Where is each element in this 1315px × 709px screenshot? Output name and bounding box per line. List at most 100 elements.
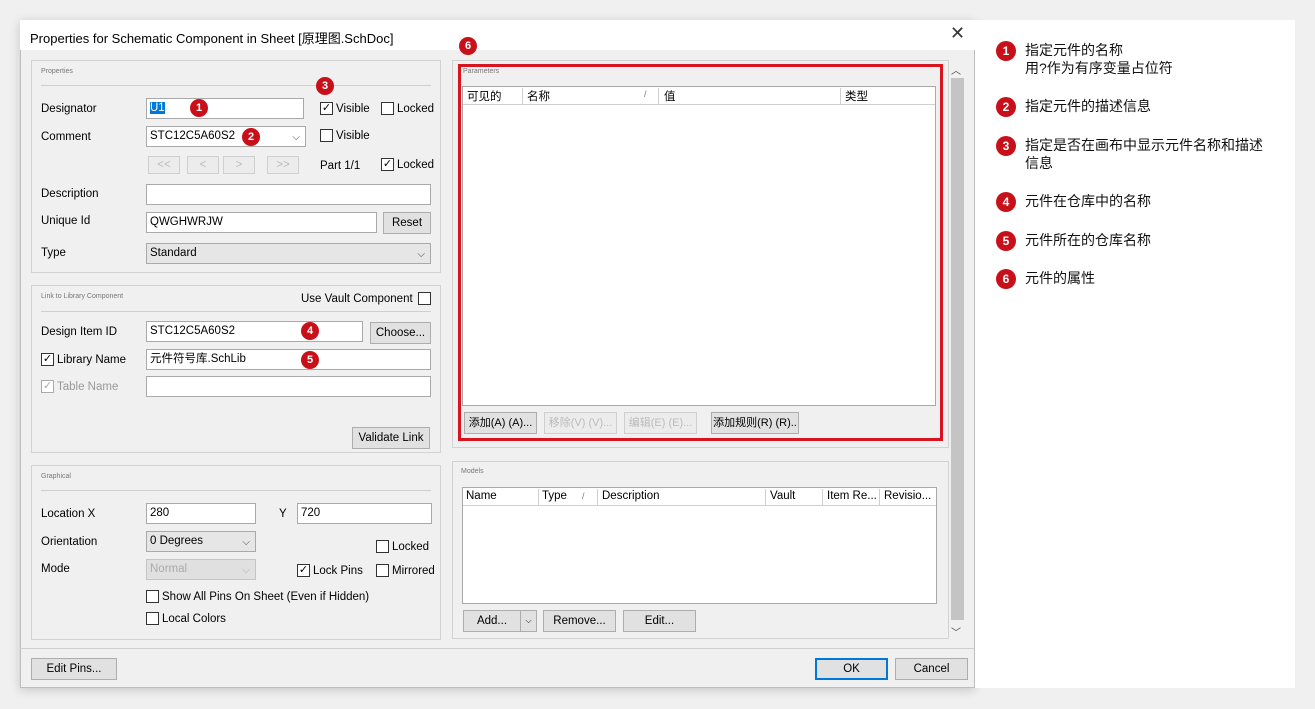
edit-pins-button[interactable]: Edit Pins... — [31, 658, 117, 680]
chevron-down-icon: ⌵ — [417, 249, 425, 260]
library-name-checkbox[interactable]: ✓ — [41, 353, 54, 366]
column-visible[interactable]: 可见的 — [467, 88, 502, 104]
lock-pins-checkbox[interactable]: ✓ — [297, 564, 310, 577]
design-item-input[interactable]: STC12C5A60S2 — [146, 321, 363, 342]
column-model-type[interactable]: Type — [542, 490, 567, 502]
comment-label: Comment — [41, 131, 91, 143]
column-model-vault[interactable]: Vault — [770, 490, 795, 502]
local-colors-checkbox[interactable] — [146, 612, 159, 625]
column-model-name[interactable]: Name — [466, 490, 497, 502]
show-all-pins-label: Show All Pins On Sheet (Even if Hidden) — [162, 591, 370, 603]
designator-visible-label: Visible — [336, 103, 370, 115]
parameter-edit-button[interactable]: 编辑(E) (E)... — [624, 412, 697, 434]
column-model-revision[interactable]: Revisio... — [884, 490, 931, 502]
part-locked-checkbox[interactable]: ✓ — [381, 158, 394, 171]
validate-link-button[interactable]: Validate Link — [352, 427, 430, 449]
model-remove-button[interactable]: Remove... — [543, 610, 616, 632]
model-edit-button[interactable]: Edit... — [623, 610, 696, 632]
lock-pins-label: Lock Pins — [313, 565, 363, 577]
graphical-locked-checkbox[interactable] — [376, 540, 389, 553]
column-separator — [879, 489, 880, 505]
part-prev-button[interactable]: < — [187, 156, 219, 174]
designator-locked-checkbox[interactable] — [381, 102, 394, 115]
choose-button[interactable]: Choose... — [370, 322, 431, 344]
model-add-dropdown-icon[interactable]: ⌵ — [520, 610, 537, 632]
footer-divider — [20, 648, 975, 649]
annotation-text-4: 元件在仓库中的名称 — [1025, 193, 1151, 209]
local-colors-label: Local Colors — [162, 613, 226, 625]
annotation-number-1: 1 — [996, 41, 1016, 61]
mirrored-label: Mirrored — [392, 565, 435, 577]
designator-input[interactable]: U1 — [146, 98, 304, 119]
add-rule-button[interactable]: 添加规则(R) (R).. — [711, 412, 799, 434]
design-item-label: Design Item ID — [41, 326, 118, 338]
chevron-down-icon: ⌵ — [292, 132, 300, 143]
mode-value: Normal — [150, 563, 188, 575]
close-icon[interactable]: ✕ — [950, 23, 965, 44]
column-model-description[interactable]: Description — [602, 490, 660, 502]
part-first-button[interactable]: << — [148, 156, 180, 174]
description-input[interactable] — [146, 184, 431, 205]
parameter-add-button[interactable]: 添加(A) (A)... — [464, 412, 537, 434]
divider — [41, 311, 431, 312]
sort-icon: / — [582, 491, 585, 501]
table-name-input[interactable] — [146, 376, 431, 397]
column-model-item-revision[interactable]: Item Re... — [827, 490, 877, 502]
designator-visible-checkbox[interactable]: ✓ — [320, 102, 333, 115]
annotation-number-3: 3 — [996, 136, 1016, 156]
annotation-text-5: 元件所在的仓库名称 — [1025, 232, 1151, 248]
mode-label: Mode — [41, 563, 70, 575]
type-value: Standard — [150, 247, 197, 259]
type-combo[interactable]: Standard ⌵ — [146, 243, 431, 264]
annotation-number-5: 5 — [996, 231, 1016, 251]
designator-label: Designator — [41, 103, 97, 115]
location-x-label: Location X — [41, 508, 96, 520]
annotation-text-2: 指定元件的描述信息 — [1025, 98, 1151, 114]
part-next-button[interactable]: > — [223, 156, 255, 174]
comment-value: STC12C5A60S2 — [150, 130, 236, 142]
annotation-number-2: 2 — [996, 97, 1016, 117]
ok-button[interactable]: OK — [815, 658, 888, 680]
annotation-number-4: 4 — [996, 192, 1016, 212]
scrollbar-thumb[interactable] — [951, 78, 964, 620]
use-vault-label: Use Vault Component — [301, 293, 413, 305]
part-last-button[interactable]: >> — [267, 156, 299, 174]
column-separator — [522, 88, 523, 104]
scroll-up-icon[interactable]: ︿ — [951, 62, 961, 77]
scroll-down-icon[interactable]: ﹀ — [951, 624, 961, 639]
comment-visible-checkbox[interactable] — [320, 129, 333, 142]
badge-3: 3 — [316, 77, 334, 95]
column-separator — [658, 88, 659, 104]
mirrored-checkbox[interactable] — [376, 564, 389, 577]
location-y-input[interactable]: 720 — [297, 503, 432, 524]
library-link-group-title: Link to Library Component — [41, 293, 124, 300]
graphical-group-title: Graphical — [41, 473, 71, 480]
parameter-remove-button[interactable]: 移除(V) (V)... — [544, 412, 617, 434]
location-x-input[interactable]: 280 — [146, 503, 256, 524]
cancel-button[interactable]: Cancel — [895, 658, 968, 680]
part-locked-label: Locked — [397, 159, 435, 171]
mode-combo[interactable]: Normal ⌵ — [146, 559, 256, 580]
table-name-checkbox[interactable]: ✓ — [41, 380, 54, 393]
column-type[interactable]: 类型 — [845, 88, 868, 104]
unique-id-input[interactable]: QWGHWRJW — [146, 212, 377, 233]
annotation-number-6: 6 — [996, 269, 1016, 289]
column-separator — [822, 489, 823, 505]
column-value[interactable]: 值 — [664, 88, 676, 104]
designator-value: U1 — [150, 102, 165, 114]
model-add-button[interactable]: Add... — [463, 610, 521, 632]
comment-combo[interactable]: STC12C5A60S2 ⌵ — [146, 126, 306, 147]
reset-button[interactable]: Reset — [383, 212, 431, 234]
library-name-input[interactable]: 元件符号库.SchLib — [146, 349, 431, 370]
annotation-text-3: 指定是否在画布中显示元件名称和描述信息 — [1025, 137, 1263, 171]
parameters-grid[interactable] — [462, 86, 936, 406]
column-name[interactable]: 名称 — [527, 88, 550, 104]
chevron-down-icon: ⌵ — [242, 537, 250, 548]
orientation-combo[interactable]: 0 Degrees ⌵ — [146, 531, 256, 552]
badge-2: 2 — [242, 128, 260, 146]
column-separator — [597, 489, 598, 505]
show-all-pins-checkbox[interactable] — [146, 590, 159, 603]
location-y-label: Y — [279, 508, 287, 520]
use-vault-checkbox[interactable] — [418, 292, 431, 305]
part-label: Part 1/1 — [320, 160, 361, 172]
